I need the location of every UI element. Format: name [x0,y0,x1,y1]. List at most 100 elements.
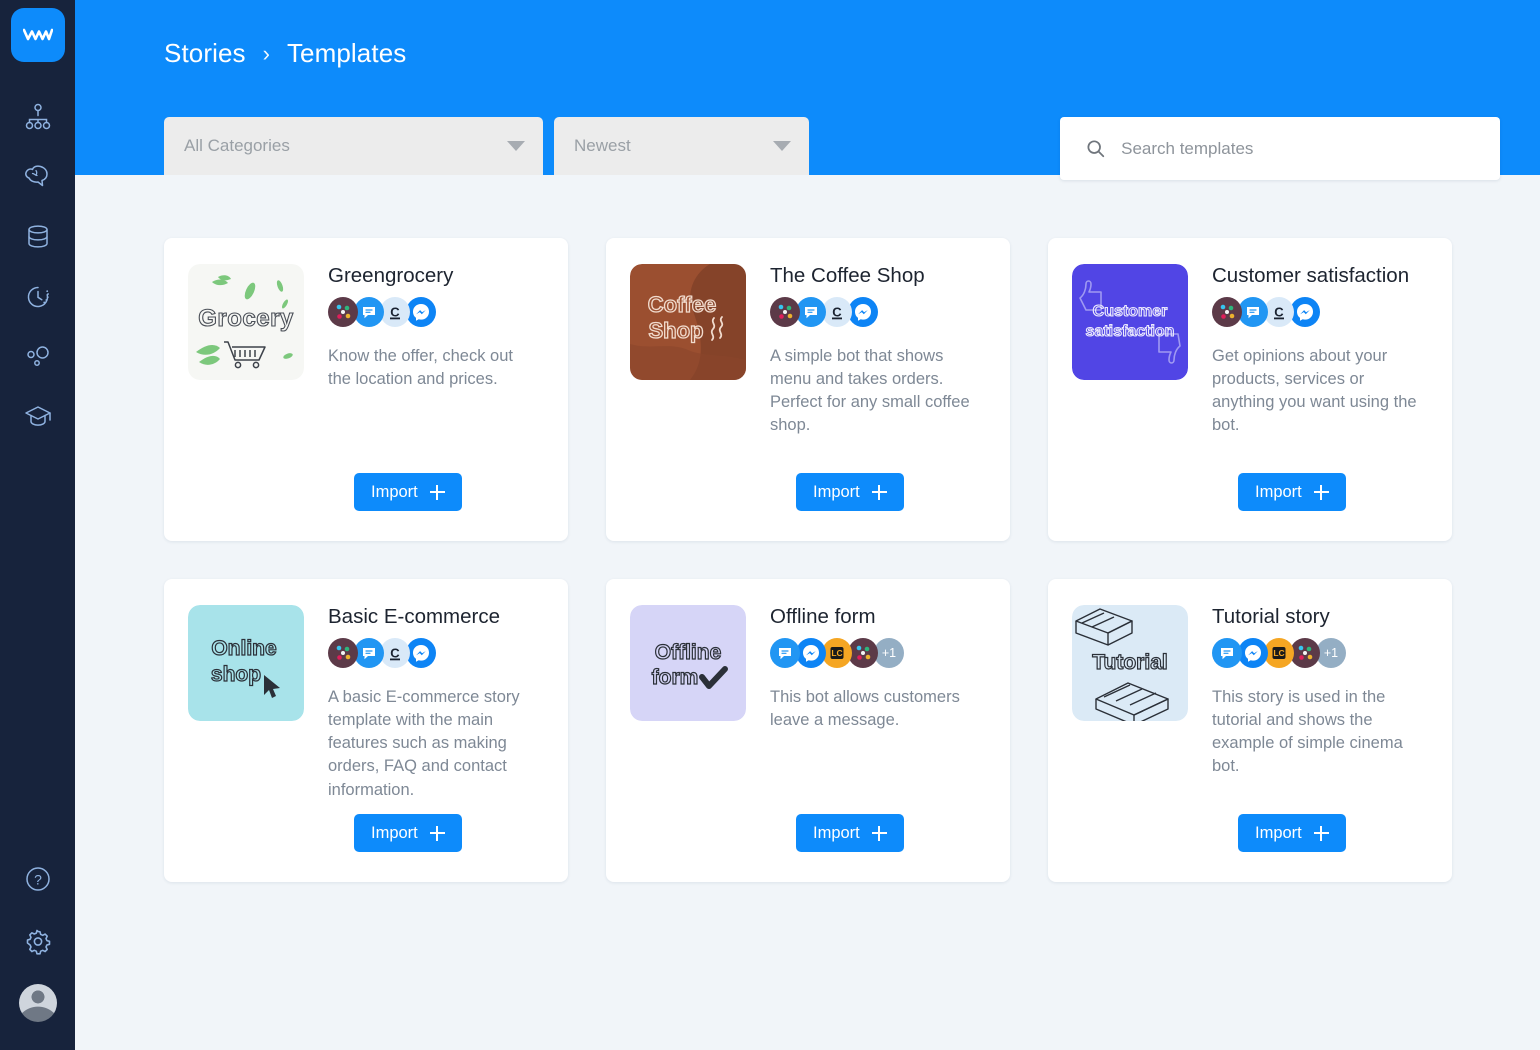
svg-text:LC: LC [831,648,842,658]
template-card[interactable]: Offline form Offline form LC +1 This bot… [606,579,1010,882]
template-card[interactable]: Customer satisfaction Customer satisfact… [1048,238,1452,541]
avatar[interactable] [18,984,57,1022]
import-button-label: Import [1255,482,1302,501]
slack-icon[interactable] [328,296,358,327]
channel-list: LC +1 [770,637,982,668]
svg-text:Offline: Offline [655,641,722,664]
slack-icon[interactable] [848,637,878,668]
messenger-icon[interactable] [796,637,826,668]
messenger-icon[interactable] [1238,637,1268,668]
card-description: This bot allows customers leave a messag… [770,687,960,729]
search-icon [1087,140,1105,158]
slack-icon[interactable] [770,296,800,327]
main-area: Stories › Templates All Categories Newes… [75,0,1540,1050]
template-card[interactable]: Tutorial Tutorial story LC +1 This story… [1048,579,1452,882]
integrations-bubbles-icon [26,346,49,366]
card-title: Offline form [770,605,876,628]
messenger-icon[interactable] [406,637,436,668]
slack-icon[interactable] [1290,637,1320,668]
chevron-down-icon [507,141,525,151]
topbar: Stories › Templates All Categories Newes… [75,0,1540,180]
import-button[interactable]: Import [1238,473,1346,511]
chat-icon[interactable] [1212,637,1242,668]
import-button-label: Import [371,482,418,501]
card-info: The Coffee Shop C A simple bot that show… [770,264,982,473]
sidebar-item-account[interactable] [0,972,75,1034]
database-icon [27,225,48,248]
card-info: Basic E-commerce C A basic E-commerce st… [328,605,540,814]
app-root: ? Stories › Templates All Categories New… [0,0,1540,1050]
messenger-icon[interactable] [406,296,436,327]
livechat-icon[interactable]: LC [1264,637,1294,668]
messenger-icon[interactable] [848,296,878,327]
stories-flowchart-icon [25,103,50,130]
breadcrumb: Stories › Templates [164,38,406,69]
chatbot-logo[interactable] [10,8,65,62]
svg-text:Coffee: Coffee [648,292,716,317]
import-button-label: Import [813,823,860,842]
messenger-icon[interactable] [1290,296,1320,327]
template-card[interactable]: Grocery Greengrocery C Know the offer, c… [164,238,568,541]
chat-icon[interactable] [1238,296,1268,327]
chat-icon[interactable] [354,296,384,327]
svg-text:Customer: Customer [1093,303,1168,320]
chatbot-icon[interactable]: C [380,637,410,668]
breadcrumb-separator-icon: › [262,40,270,66]
sidebar-item-archives[interactable] [0,267,75,327]
sidebar-item-integrations[interactable] [0,327,75,387]
history-clock-icon [27,286,49,308]
import-button[interactable]: Import [1238,814,1346,852]
chatbot-icon[interactable]: C [1264,296,1294,327]
slack-icon[interactable] [1212,296,1242,327]
sidebar-item-tutorials[interactable] [0,387,75,447]
template-card[interactable]: Coffee Shop The Coffee Shop C A simple b… [606,238,1010,541]
sidebar: ? [0,0,75,1050]
sidebar-item-training[interactable] [0,147,75,207]
slack-icon[interactable] [328,637,358,668]
channel-list: C [1212,296,1424,327]
more-channels-badge[interactable]: +1 [1316,637,1346,668]
more-channels-badge[interactable]: +1 [874,637,904,668]
search-box[interactable] [1060,117,1500,180]
svg-text:C: C [1274,304,1284,319]
channel-list: C [770,296,982,327]
import-button[interactable]: Import [796,473,904,511]
sort-select[interactable]: Newest [554,117,809,175]
plus-icon [871,825,887,841]
chatbot-icon[interactable]: C [822,296,852,327]
card-info: Tutorial story LC +1 This story is used … [1212,605,1424,814]
sort-select-value: Newest [574,136,631,155]
category-select-value: All Categories [184,136,290,155]
sidebar-item-help[interactable]: ? [0,848,75,910]
sidebar-nav [0,87,75,447]
breadcrumb-stories[interactable]: Stories [164,38,246,69]
chat-icon[interactable] [796,296,826,327]
chat-icon[interactable] [770,637,800,668]
chatbot-icon[interactable]: C [380,296,410,327]
card-title: The Coffee Shop [770,264,925,287]
channel-list: C [328,296,540,327]
gear-icon [26,929,50,955]
chat-icon[interactable] [354,637,384,668]
tutorial-thumbnail: Tutorial [1072,605,1188,721]
card-description: This story is used in the tutorial and s… [1212,687,1403,776]
import-button[interactable]: Import [796,814,904,852]
sidebar-item-attributes[interactable] [0,207,75,267]
import-button[interactable]: Import [354,814,462,852]
template-card[interactable]: Online shop Basic E-commerce C A basic E… [164,579,568,882]
logo-wave-icon [22,28,53,41]
import-button[interactable]: Import [354,473,462,511]
import-button-label: Import [371,823,418,842]
card-body: Offline form Offline form LC +1 This bot… [630,605,982,814]
card-body: Online shop Basic E-commerce C A basic E… [188,605,540,814]
search-input[interactable] [1121,138,1480,159]
coffee-shop-thumbnail: Coffee Shop [630,264,746,380]
brain-ai-icon [24,165,48,187]
sidebar-item-stories[interactable] [0,87,75,147]
card-title: Greengrocery [328,264,454,287]
card-info: Offline form LC +1 This bot allows custo… [770,605,982,814]
livechat-icon[interactable]: LC [822,637,852,668]
sidebar-item-settings[interactable] [0,910,75,972]
card-body: Coffee Shop The Coffee Shop C A simple b… [630,264,982,473]
category-select[interactable]: All Categories [164,117,543,175]
